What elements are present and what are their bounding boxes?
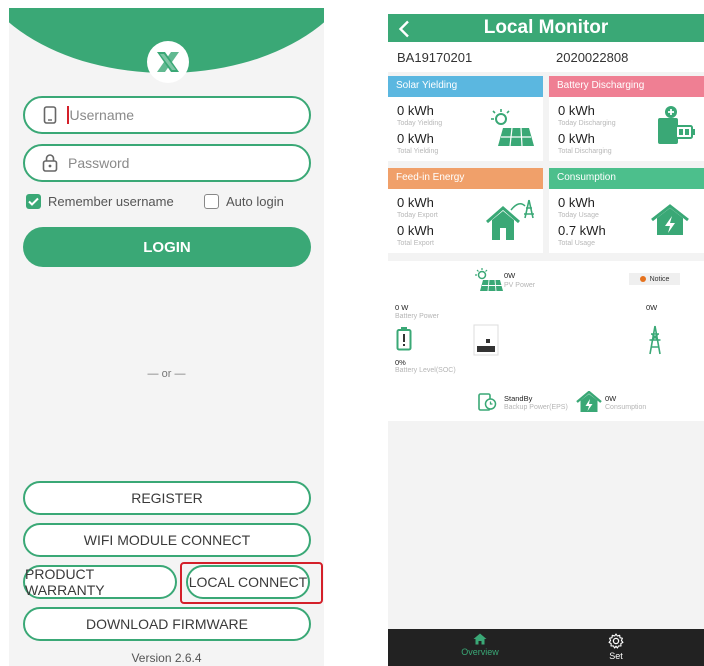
inverter-serial: BA19170201 bbox=[397, 50, 473, 65]
page-title: Local Monitor bbox=[483, 17, 609, 38]
monitor-header: Local Monitor bbox=[388, 14, 704, 42]
tab-overview-label: Overview bbox=[461, 647, 499, 657]
notice-dot-icon bbox=[639, 276, 646, 282]
battery-power-label: Battery Power bbox=[395, 313, 439, 320]
checkbox-unchecked-icon bbox=[204, 194, 219, 209]
text-cursor bbox=[67, 106, 69, 124]
register-button[interactable]: REGISTER bbox=[23, 481, 311, 515]
auto-login-label: Auto login bbox=[226, 194, 284, 209]
today-discharging-value: 0 kWh bbox=[558, 103, 595, 118]
module-serial: 2020022808 bbox=[556, 50, 629, 65]
eps-status-label: Backup Power(EPS) bbox=[504, 404, 568, 411]
tab-set[interactable]: Set bbox=[576, 633, 656, 661]
today-yielding-value: 0 kWh bbox=[397, 103, 434, 118]
today-discharging-label: Today Discharging bbox=[558, 120, 616, 127]
checkbox-checked-icon bbox=[26, 194, 41, 209]
feed-in-energy-header: Feed-in Energy bbox=[388, 168, 543, 189]
notice-badge[interactable]: Notice bbox=[629, 273, 680, 285]
house-grid-icon bbox=[486, 199, 534, 240]
backup-power-icon bbox=[478, 393, 497, 411]
auto-login-checkbox[interactable]: Auto login bbox=[204, 194, 284, 209]
version-text: Version 2.6.4 bbox=[131, 651, 202, 665]
lock-icon bbox=[42, 154, 58, 172]
remember-username-checkbox[interactable]: Remember username bbox=[26, 194, 174, 209]
login-screen: Username Password Remember username Auto… bbox=[9, 8, 324, 666]
battery-soc-label: Battery Level(SOC) bbox=[395, 367, 456, 374]
total-usage-label: Total Usage bbox=[558, 240, 595, 247]
battery-level-icon bbox=[396, 327, 412, 351]
username-placeholder: Username bbox=[69, 107, 135, 123]
gear-icon bbox=[608, 633, 624, 649]
battery-discharge-icon bbox=[658, 106, 695, 144]
total-discharging-label: Total Discharging bbox=[558, 148, 612, 155]
consumption-header: Consumption bbox=[549, 168, 704, 189]
energy-flow-panel: 0W PV Power Notice 0 W Battery Power 0W … bbox=[388, 261, 704, 421]
eps-status-value: StandBy bbox=[504, 394, 533, 403]
home-icon bbox=[473, 633, 487, 645]
local-connect-highlight bbox=[180, 562, 323, 604]
today-yielding-label: Today Yielding bbox=[397, 120, 443, 127]
total-yielding-label: Total Yielding bbox=[397, 148, 439, 155]
x-logo-icon bbox=[157, 52, 179, 72]
inverter-icon bbox=[473, 324, 499, 356]
solar-yielding-card: Solar Yielding 0 kWh Today Yielding 0 kW… bbox=[388, 76, 543, 161]
wifi-module-connect-button[interactable]: WIFI MODULE CONNECT bbox=[23, 523, 311, 557]
total-yielding-value: 0 kWh bbox=[397, 131, 434, 146]
tab-set-label: Set bbox=[609, 651, 623, 661]
feed-in-energy-card: Feed-in Energy 0 kWh Today Export 0 kWh … bbox=[388, 168, 543, 253]
consumption-power-label: Consumption bbox=[605, 404, 647, 411]
notice-label: Notice bbox=[649, 275, 670, 283]
grid-power-value: 0W bbox=[646, 303, 658, 312]
login-button[interactable]: LOGIN bbox=[23, 227, 311, 267]
pv-panel-icon bbox=[475, 268, 503, 292]
battery-power-value: 0 W bbox=[395, 303, 409, 312]
house-lightning-icon bbox=[651, 204, 689, 235]
today-export-value: 0 kWh bbox=[397, 195, 434, 210]
today-export-label: Today Export bbox=[397, 212, 438, 219]
power-tower-icon bbox=[649, 325, 661, 355]
battery-discharging-card: Battery Discharging 0 kWh Today Discharg… bbox=[549, 76, 704, 161]
home-consumption-icon bbox=[576, 391, 602, 412]
battery-soc-value: 0% bbox=[395, 358, 406, 367]
serial-row: BA19170201 2020022808 bbox=[388, 42, 704, 72]
solar-panel-icon bbox=[491, 109, 534, 147]
password-field[interactable]: Password bbox=[23, 144, 311, 182]
phone-icon bbox=[43, 106, 57, 124]
product-warranty-button[interactable]: PRODUCT WARRANTY bbox=[23, 565, 177, 599]
total-discharging-value: 0 kWh bbox=[558, 131, 595, 146]
battery-discharging-header: Battery Discharging bbox=[549, 76, 704, 97]
pv-power-label: PV Power bbox=[504, 282, 536, 289]
total-export-label: Total Export bbox=[397, 240, 434, 247]
consumption-card: Consumption 0 kWh Today Usage 0.7 kWh To… bbox=[549, 168, 704, 253]
consumption-power-value: 0W bbox=[605, 394, 617, 403]
tab-overview[interactable]: Overview bbox=[440, 633, 520, 657]
password-placeholder: Password bbox=[68, 155, 130, 171]
username-field[interactable]: Username bbox=[23, 96, 311, 134]
app-logo bbox=[147, 41, 189, 83]
solar-yielding-header: Solar Yielding bbox=[388, 76, 543, 97]
today-usage-value: 0 kWh bbox=[558, 195, 595, 210]
total-export-value: 0 kWh bbox=[397, 223, 434, 238]
local-monitor-screen: Local Monitor BA19170201 2020022808 Sola… bbox=[388, 14, 704, 666]
bottom-tab-bar: Overview Set bbox=[388, 629, 704, 666]
total-usage-value: 0.7 kWh bbox=[558, 223, 606, 238]
pv-power-value: 0W bbox=[504, 271, 516, 280]
or-separator: — or — bbox=[147, 368, 186, 380]
remember-username-label: Remember username bbox=[48, 194, 174, 209]
today-usage-label: Today Usage bbox=[558, 212, 599, 219]
download-firmware-button[interactable]: DOWNLOAD FIRMWARE bbox=[23, 607, 311, 641]
